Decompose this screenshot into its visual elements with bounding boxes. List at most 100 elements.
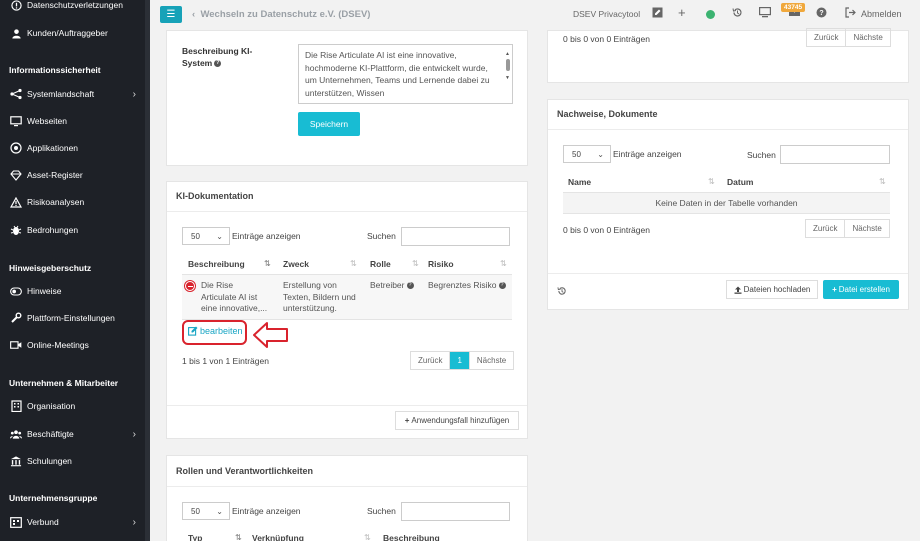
column-header-verknuepfung[interactable]: Verknüpfung bbox=[252, 533, 304, 541]
network-icon bbox=[10, 88, 22, 100]
search-input[interactable] bbox=[780, 145, 890, 164]
page-size-select[interactable]: 50 ⌄ bbox=[182, 227, 230, 245]
sort-icon[interactable]: ⇅ bbox=[879, 177, 886, 186]
pagination: Zurück Nächste bbox=[806, 28, 891, 47]
chevron-right-icon: › bbox=[132, 88, 136, 100]
search-label: Suchen bbox=[367, 506, 396, 516]
edit-icon[interactable] bbox=[652, 7, 663, 21]
tool-name: DSEV Privacytool bbox=[573, 9, 641, 19]
column-header-risiko[interactable]: Risiko bbox=[428, 259, 454, 269]
sidebar-item-webseiten[interactable]: Webseiten bbox=[0, 110, 150, 132]
add-use-case-button[interactable]: + Anwendungsfall hinzufügen bbox=[395, 411, 519, 430]
sidebar-item-risikoanalysen[interactable]: Risikoanalysen bbox=[0, 191, 150, 213]
sidebar-scrollbar[interactable] bbox=[145, 0, 150, 541]
sort-icon[interactable]: ⇅ bbox=[350, 259, 357, 268]
sort-icon[interactable]: ⇅ bbox=[412, 259, 419, 268]
page-size-value: 50 bbox=[572, 149, 581, 159]
evidence-documents-panel: Nachweise, Dokumente 50 ⌄ Einträge anzei… bbox=[547, 99, 909, 310]
pagination-page[interactable]: 1 bbox=[450, 352, 470, 369]
bug-icon bbox=[10, 224, 22, 236]
divider bbox=[167, 405, 527, 406]
search-input[interactable] bbox=[401, 502, 510, 521]
chevron-right-icon: › bbox=[132, 516, 136, 528]
pagination: Zurück 1 Nächste bbox=[410, 351, 515, 370]
sidebar-item-bedrohungen[interactable]: Bedrohungen bbox=[0, 219, 150, 241]
panel-title: Rollen und Verantwortlichkeiten bbox=[176, 466, 314, 476]
diamond-icon bbox=[10, 169, 22, 181]
column-header-typ[interactable]: Typ bbox=[188, 533, 202, 541]
upload-files-button[interactable]: Dateien hochladen bbox=[726, 280, 818, 299]
ki-description-textarea[interactable]: Die Rise Articulate AI ist eine innovati… bbox=[298, 44, 513, 104]
sidebar-item-asset-register[interactable]: Asset-Register bbox=[0, 164, 150, 186]
breadcrumb[interactable]: ‹ Wechseln zu Datenschutz e.V. (DSEV) bbox=[192, 9, 370, 20]
page-size-select[interactable]: 50 ⌄ bbox=[182, 502, 230, 520]
column-header-beschreibung[interactable]: Beschreibung bbox=[188, 259, 245, 269]
textarea-scrollbar[interactable]: ▲ ▼ bbox=[505, 48, 510, 100]
arrow-left-icon bbox=[253, 322, 288, 348]
roles-panel: Rollen und Verantwortlichkeiten 50 ⌄ Ein… bbox=[166, 455, 528, 541]
sidebar-item-systemlandschaft[interactable]: Systemlandschaft › bbox=[0, 83, 150, 105]
sidebar-item-plattform-einstellungen[interactable]: Plattform-Einstellungen bbox=[0, 307, 150, 329]
logout-icon[interactable] bbox=[845, 7, 856, 21]
pagination-prev[interactable]: Zurück bbox=[806, 220, 846, 237]
edit-link[interactable]: bearbeiten bbox=[188, 326, 243, 336]
sidebar-item-kunden[interactable]: Kunden/Auftraggeber bbox=[0, 22, 150, 44]
school-icon bbox=[10, 455, 22, 467]
ki-description-label-line1: Beschreibung KI- bbox=[182, 46, 253, 56]
cell-risiko: Begrenztes Risiko? bbox=[428, 280, 506, 290]
dashboard-icon[interactable] bbox=[759, 7, 772, 21]
column-header-beschreibung[interactable]: Beschreibung bbox=[383, 533, 440, 541]
create-file-button[interactable]: + Datei erstellen bbox=[823, 280, 899, 299]
sort-icon[interactable]: ⇅ bbox=[364, 533, 371, 541]
sidebar-item-beschaeftigte[interactable]: Beschäftigte › bbox=[0, 423, 150, 445]
save-button[interactable]: Speichern bbox=[298, 112, 360, 136]
top-right-table-panel: 0 bis 0 von 0 Einträgen Zurück Nächste bbox=[547, 28, 909, 83]
collapse-row-icon[interactable] bbox=[185, 281, 195, 291]
sidebar-item-hinweise[interactable]: Hinweise bbox=[0, 280, 150, 302]
cell-risiko-text: Begrenztes Risiko bbox=[428, 280, 497, 290]
sidebar-item-online-meetings[interactable]: Online-Meetings bbox=[0, 334, 150, 356]
help-icon[interactable]: ? bbox=[498, 282, 506, 289]
history-icon[interactable] bbox=[557, 286, 567, 298]
cell-beschreibung: Die Rise Articulate AI ist eine innovati… bbox=[201, 280, 267, 315]
column-header-name[interactable]: Name bbox=[568, 177, 591, 187]
pagination-prev[interactable]: Zurück bbox=[807, 29, 847, 46]
sidebar-section-hinweisgeberschutz: Hinweisgeberschutz bbox=[9, 263, 92, 273]
ki-description-label: Beschreibung KI- System? bbox=[182, 45, 252, 69]
sort-icon[interactable]: ⇅ bbox=[500, 259, 507, 268]
logout-link[interactable]: Abmelden bbox=[861, 9, 902, 19]
cell-line: Erstellung von bbox=[283, 280, 337, 290]
sidebar-item-datenschutzverletzungen[interactable]: Datenschutzverletzungen bbox=[0, 0, 150, 16]
column-header-datum[interactable]: Datum bbox=[727, 177, 753, 187]
sort-asc-icon[interactable]: ⇅ bbox=[264, 259, 271, 268]
help-icon[interactable]: ? bbox=[406, 282, 414, 289]
sidebar-item-schulungen[interactable]: Schulungen bbox=[0, 450, 150, 472]
sidebar-item-verbund[interactable]: Verbund › bbox=[0, 511, 150, 533]
upload-files-label: Dateien hochladen bbox=[743, 285, 811, 294]
sidebar-item-label: Webseiten bbox=[27, 116, 68, 126]
search-input[interactable] bbox=[401, 227, 510, 246]
history-icon[interactable] bbox=[732, 7, 743, 21]
edit-icon bbox=[188, 326, 198, 336]
pagination-prev[interactable]: Zurück bbox=[411, 352, 451, 369]
table-info: 1 bis 1 von 1 Einträgen bbox=[182, 356, 269, 366]
pagination-next[interactable]: Nächste bbox=[845, 220, 888, 237]
edit-link-label: bearbeiten bbox=[200, 326, 243, 336]
sidebar-item-applikationen[interactable]: Applikationen bbox=[0, 137, 150, 159]
sort-asc-icon[interactable]: ⇅ bbox=[235, 533, 242, 541]
pagination-next[interactable]: Nächste bbox=[846, 29, 889, 46]
column-header-zweck[interactable]: Zweck bbox=[283, 259, 309, 269]
help-icon[interactable]: ? bbox=[816, 7, 827, 21]
menu-toggle-button[interactable]: ☰ bbox=[160, 6, 182, 23]
sort-icon[interactable]: ⇅ bbox=[708, 177, 715, 186]
plus-icon[interactable]: + bbox=[678, 5, 686, 20]
pagination-next[interactable]: Nächste bbox=[470, 352, 513, 369]
sidebar-item-organisation[interactable]: Organisation bbox=[0, 395, 150, 417]
help-icon[interactable]: ? bbox=[214, 60, 222, 67]
toggle-icon bbox=[10, 285, 22, 297]
column-header-rolle[interactable]: Rolle bbox=[370, 259, 391, 269]
panel-title: KI-Dokumentation bbox=[176, 191, 254, 201]
user-icon bbox=[10, 27, 22, 39]
page-size-select[interactable]: 50 ⌄ bbox=[563, 145, 611, 163]
sidebar-item-label: Schulungen bbox=[27, 456, 72, 466]
